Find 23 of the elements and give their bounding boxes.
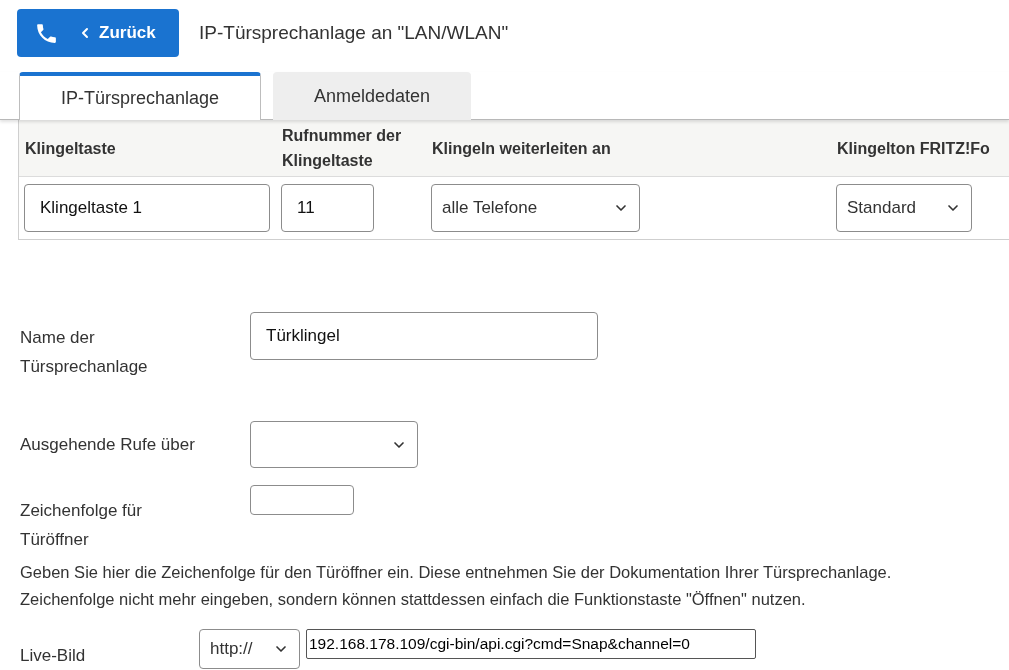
- hint-text: Geben Sie hier die Zeichenfolge für den Türöffner ein. Diese entnehmen Sie der Dokumentation Ihrer Türsprechanlage.: [20, 562, 893, 583]
- page-title: IP-Türsprechanlage an "LAN/WLAN": [199, 22, 509, 44]
- text-input[interactable]: [250, 485, 354, 515]
- dropdown[interactable]: [250, 421, 418, 468]
- field-label: Zeichenfolge für Türöffner: [20, 500, 143, 551]
- tab[interactable]: IP-Türsprechanlage: [19, 72, 261, 120]
- dropdown[interactable]: Standard: [836, 184, 972, 232]
- column-header: Klingeltaste: [24, 138, 117, 159]
- text-input[interactable]: Türklingel: [250, 312, 598, 360]
- field-label: Name der Türsprechanlage: [20, 327, 149, 378]
- url-input[interactable]: 192.168.178.109/cgi-bin/api.cgi?cmd=Snap&channel=0: [306, 629, 756, 659]
- tab[interactable]: Anmeldedaten: [273, 72, 471, 120]
- dropdown[interactable]: alle Telefone: [431, 184, 640, 232]
- field-label: Live-Bild: [20, 645, 87, 667]
- dropdown[interactable]: http://: [199, 629, 300, 669]
- text-input[interactable]: 11: [281, 184, 374, 232]
- text-input[interactable]: Klingeltaste 1: [24, 184, 270, 232]
- column-header: Rufnummer der Klingeltaste: [281, 126, 403, 171]
- hint-text: Zeichenfolge nicht mehr eingeben, sondern können stattdessen einfach die Funktionstaste "Öffnen" nutzen.: [20, 589, 807, 610]
- field-label: Ausgehende Rufe über: [20, 434, 196, 456]
- column-header: Klingeln weiterleiten an: [431, 138, 612, 159]
- column-header: Klingelton FRITZ!Fo: [836, 138, 991, 159]
- back-button[interactable]: Zurück: [17, 9, 179, 57]
